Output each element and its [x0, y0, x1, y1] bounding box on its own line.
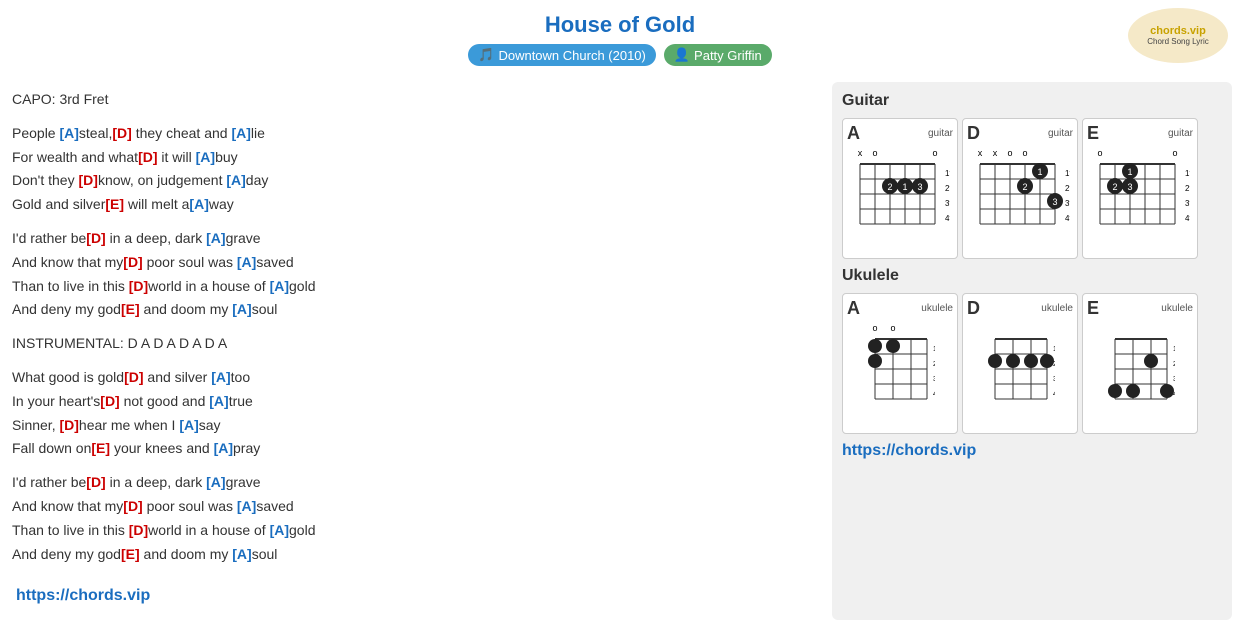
svg-text:4fr: 4fr: [1065, 214, 1070, 223]
svg-text:o: o: [932, 148, 937, 158]
lyric-line: INSTRUMENTAL: D A D A D A D A: [12, 332, 828, 356]
logo: chords.vip Chord Song Lyric: [1128, 8, 1228, 63]
lyric-line: Sinner, [D]hear me when I [A]say: [12, 414, 828, 438]
lyric-line: Than to live in this [D]world in a house…: [12, 275, 828, 299]
verse-2: I'd rather be[D] in a deep, dark [A]grav…: [12, 227, 828, 322]
verse-3: What good is gold[D] and silver [A]too I…: [12, 366, 828, 461]
lyric-line: And know that my[D] poor soul was [A]sav…: [12, 495, 828, 519]
svg-text:3fr: 3fr: [945, 199, 950, 208]
svg-text:4fr: 4fr: [945, 214, 950, 223]
lyric-line: And deny my god[E] and doom my [A]soul: [12, 298, 828, 322]
music-icon: 🎵: [478, 47, 494, 63]
svg-text:o: o: [1007, 148, 1012, 158]
ukulele-chord-E: E ukulele: [1082, 293, 1198, 434]
svg-text:1: 1: [902, 182, 907, 192]
svg-text:1fr: 1fr: [945, 169, 950, 178]
guitar-chord-A: A guitar x o o: [842, 118, 958, 259]
guitar-section-title: Guitar: [842, 92, 1222, 110]
svg-text:1fr: 1fr: [933, 346, 935, 353]
svg-text:3: 3: [1127, 182, 1132, 192]
svg-text:1: 1: [1037, 167, 1042, 177]
svg-text:4fr: 4fr: [1185, 214, 1190, 223]
svg-text:3fr: 3fr: [1065, 199, 1070, 208]
artist-badge: 👤 Patty Griffin: [664, 44, 772, 66]
lyric-line: Don't they [D]know, on judgement [A]day: [12, 169, 828, 193]
ukulele-section-title: Ukulele: [842, 267, 1222, 285]
page-url[interactable]: https://chords.vip: [12, 582, 828, 609]
svg-text:1fr: 1fr: [1053, 346, 1055, 353]
svg-text:3fr: 3fr: [1185, 199, 1190, 208]
page-header: House of Gold 🎵 Downtown Church (2010) 👤…: [0, 0, 1240, 78]
chord-panel-url[interactable]: https://chords.vip: [842, 442, 1222, 460]
svg-text:3fr: 3fr: [933, 376, 935, 383]
svg-text:1fr: 1fr: [1185, 169, 1190, 178]
lyric-line: And know that my[D] poor soul was [A]sav…: [12, 251, 828, 275]
svg-text:3: 3: [1052, 197, 1057, 207]
svg-text:1fr: 1fr: [1065, 169, 1070, 178]
svg-text:2fr: 2fr: [1065, 184, 1070, 193]
guitar-chord-D: D guitar x x o o: [962, 118, 1078, 259]
svg-text:1: 1: [1127, 167, 1132, 177]
lyric-line: I'd rather be[D] in a deep, dark [A]grav…: [12, 227, 828, 251]
svg-text:3fr: 3fr: [1173, 376, 1175, 383]
lyric-line: And deny my god[E] and doom my [A]soul: [12, 543, 828, 567]
ukulele-chord-A: A ukulele o o: [842, 293, 958, 434]
lyric-line: What good is gold[D] and silver [A]too: [12, 366, 828, 390]
svg-text:o: o: [1097, 148, 1102, 158]
svg-text:2fr: 2fr: [945, 184, 950, 193]
ukulele-chord-D: D ukulele: [962, 293, 1078, 434]
main-content: CAPO: 3rd Fret People [A]steal,[D] they …: [0, 78, 1240, 620]
svg-text:o: o: [890, 323, 895, 333]
guitar-chord-E: E guitar o o: [1082, 118, 1198, 259]
lyric-line: People [A]steal,[D] they cheat and [A]li…: [12, 122, 828, 146]
svg-text:2fr: 2fr: [1185, 184, 1190, 193]
svg-text:o: o: [1172, 148, 1177, 158]
svg-text:x: x: [993, 148, 998, 158]
svg-text:4fr: 4fr: [933, 391, 935, 398]
svg-text:o: o: [872, 148, 877, 158]
svg-text:2: 2: [1112, 182, 1117, 192]
chord-panel: Guitar A guitar x o o: [832, 82, 1232, 620]
verse-1: People [A]steal,[D] they cheat and [A]li…: [12, 122, 828, 217]
svg-text:2: 2: [1022, 182, 1027, 192]
guitar-chords-row: A guitar x o o: [842, 118, 1222, 259]
ukulele-chords-row: A ukulele o o: [842, 293, 1222, 434]
lyrics-panel: CAPO: 3rd Fret People [A]steal,[D] they …: [8, 78, 832, 620]
svg-text:2fr: 2fr: [933, 361, 935, 368]
album-badge: 🎵 Downtown Church (2010): [468, 44, 656, 66]
lyric-line: In your heart's[D] not good and [A]true: [12, 390, 828, 414]
svg-text:4fr: 4fr: [1053, 391, 1055, 398]
person-icon: 👤: [674, 47, 690, 63]
lyric-line: Than to live in this [D]world in a house…: [12, 519, 828, 543]
svg-text:o: o: [1022, 148, 1027, 158]
badges-container: 🎵 Downtown Church (2010) 👤 Patty Griffin: [0, 44, 1240, 66]
lyric-line: I'd rather be[D] in a deep, dark [A]grav…: [12, 471, 828, 495]
svg-text:2: 2: [887, 182, 892, 192]
svg-text:1fr: 1fr: [1173, 346, 1175, 353]
lyric-line: For wealth and what[D] it will [A]buy: [12, 146, 828, 170]
svg-text:x: x: [978, 148, 983, 158]
lyric-line: Fall down on[E] your knees and [A]pray: [12, 437, 828, 461]
page-title: House of Gold: [0, 12, 1240, 38]
svg-text:3: 3: [917, 182, 922, 192]
svg-text:o: o: [872, 323, 877, 333]
svg-text:x: x: [858, 148, 863, 158]
instrumental: INSTRUMENTAL: D A D A D A D A: [12, 332, 828, 356]
lyric-line: Gold and silver[E] will melt a[A]way: [12, 193, 828, 217]
verse-4: I'd rather be[D] in a deep, dark [A]grav…: [12, 471, 828, 566]
svg-text:2fr: 2fr: [1173, 361, 1175, 368]
capo-text: CAPO: 3rd Fret: [12, 88, 828, 112]
svg-text:3fr: 3fr: [1053, 376, 1055, 383]
